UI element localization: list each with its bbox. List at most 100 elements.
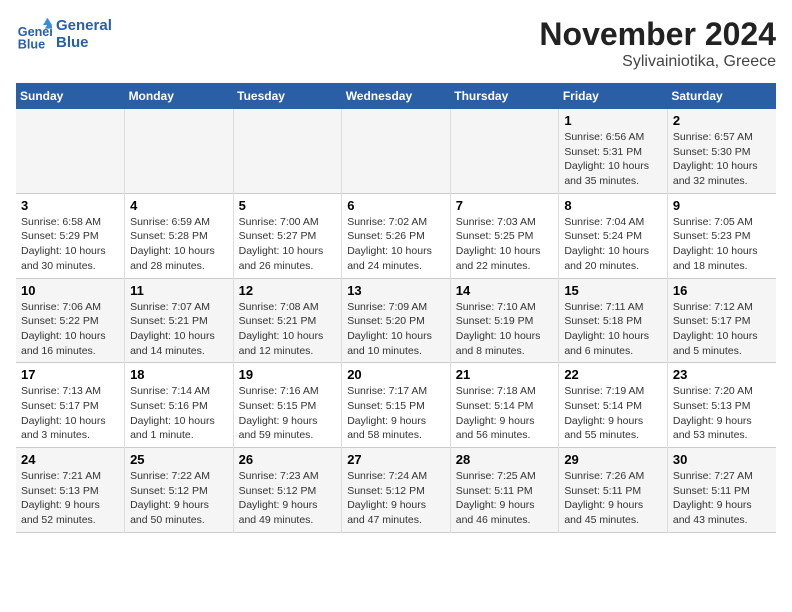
day-number: 12 bbox=[239, 283, 337, 298]
calendar-week-row: 3Sunrise: 6:58 AM Sunset: 5:29 PM Daylig… bbox=[16, 193, 776, 278]
title-area: November 2024 Sylivainiotika, Greece bbox=[539, 16, 776, 71]
logo-line1: General bbox=[56, 17, 112, 34]
day-info: Sunrise: 7:18 AM Sunset: 5:14 PM Dayligh… bbox=[456, 384, 554, 443]
location-subtitle: Sylivainiotika, Greece bbox=[539, 53, 776, 71]
calendar-cell: 15Sunrise: 7:11 AM Sunset: 5:18 PM Dayli… bbox=[559, 278, 668, 363]
month-title: November 2024 bbox=[539, 16, 776, 53]
day-info: Sunrise: 7:26 AM Sunset: 5:11 PM Dayligh… bbox=[564, 469, 662, 528]
day-info: Sunrise: 6:59 AM Sunset: 5:28 PM Dayligh… bbox=[130, 215, 228, 274]
calendar-week-row: 17Sunrise: 7:13 AM Sunset: 5:17 PM Dayli… bbox=[16, 363, 776, 448]
day-number: 21 bbox=[456, 367, 554, 382]
column-header-friday: Friday bbox=[559, 83, 668, 109]
day-number: 3 bbox=[21, 198, 119, 213]
calendar-cell: 14 Sunrise: 7:10 AM Sunset: 5:19 PM Dayli… bbox=[450, 278, 559, 363]
day-info: Sunrise: 7:07 AM Sunset: 5:21 PM Dayligh… bbox=[130, 300, 228, 359]
calendar-cell: 2 Sunrise: 6:57 AM Sunset: 5:30 PM Daylig… bbox=[667, 109, 776, 193]
day-number: 7 bbox=[456, 198, 554, 213]
day-info: Sunrise: 7:22 AM Sunset: 5:12 PM Dayligh… bbox=[130, 469, 228, 528]
calendar-cell: 11 Sunrise: 7:07 AM Sunset: 5:21 PM Dayli… bbox=[125, 278, 234, 363]
svg-text:Blue: Blue bbox=[18, 37, 45, 51]
logo: General Blue General Blue bbox=[16, 16, 112, 52]
day-number: 29 bbox=[564, 452, 662, 467]
day-number: 4 bbox=[130, 198, 228, 213]
calendar-table: SundayMondayTuesdayWednesdayThursdayFrid… bbox=[16, 83, 776, 533]
day-number: 23 bbox=[673, 367, 771, 382]
calendar-cell: 29 Sunrise: 7:26 AM Sunset: 5:11 PM Dayli… bbox=[559, 448, 668, 533]
calendar-cell: 17Sunrise: 7:13 AM Sunset: 5:17 PM Dayli… bbox=[16, 363, 125, 448]
day-info: Sunrise: 7:14 AM Sunset: 5:16 PM Dayligh… bbox=[130, 384, 228, 443]
day-number: 6 bbox=[347, 198, 445, 213]
calendar-cell: 10 Sunrise: 7:06 AM Sunset: 5:22 PM Dayli… bbox=[16, 278, 125, 363]
day-number: 9 bbox=[673, 198, 771, 213]
day-info: Sunrise: 7:09 AM Sunset: 5:20 PM Dayligh… bbox=[347, 300, 445, 359]
calendar-cell: 28 Sunrise: 7:25 AM Sunset: 5:11 PM Dayli… bbox=[450, 448, 559, 533]
calendar-week-row: 10 Sunrise: 7:06 AM Sunset: 5:22 PM Dayli… bbox=[16, 278, 776, 363]
calendar-cell: 24 Sunrise: 7:21 AM Sunset: 5:13 PM Dayli… bbox=[16, 448, 125, 533]
day-number: 5 bbox=[239, 198, 337, 213]
day-number: 28 bbox=[456, 452, 554, 467]
logo-icon: General Blue bbox=[16, 16, 52, 52]
calendar-cell bbox=[125, 109, 234, 193]
day-info: Sunrise: 7:10 AM Sunset: 5:19 PM Dayligh… bbox=[456, 300, 554, 359]
column-header-tuesday: Tuesday bbox=[233, 83, 342, 109]
calendar-cell: 13 Sunrise: 7:09 AM Sunset: 5:20 PM Dayli… bbox=[342, 278, 451, 363]
day-info: Sunrise: 7:21 AM Sunset: 5:13 PM Dayligh… bbox=[21, 469, 119, 528]
calendar-cell: 26Sunrise: 7:23 AM Sunset: 5:12 PM Dayli… bbox=[233, 448, 342, 533]
day-number: 10 bbox=[21, 283, 119, 298]
column-header-thursday: Thursday bbox=[450, 83, 559, 109]
day-number: 15 bbox=[564, 283, 662, 298]
day-number: 8 bbox=[564, 198, 662, 213]
day-info: Sunrise: 7:27 AM Sunset: 5:11 PM Dayligh… bbox=[673, 469, 771, 528]
column-header-wednesday: Wednesday bbox=[342, 83, 451, 109]
day-number: 14 bbox=[456, 283, 554, 298]
calendar-cell: 22 Sunrise: 7:19 AM Sunset: 5:14 PM Dayli… bbox=[559, 363, 668, 448]
day-info: Sunrise: 7:25 AM Sunset: 5:11 PM Dayligh… bbox=[456, 469, 554, 528]
day-number: 20 bbox=[347, 367, 445, 382]
day-info: Sunrise: 7:08 AM Sunset: 5:21 PM Dayligh… bbox=[239, 300, 337, 359]
calendar-cell: 9 Sunrise: 7:05 AM Sunset: 5:23 PM Daylig… bbox=[667, 193, 776, 278]
column-header-sunday: Sunday bbox=[16, 83, 125, 109]
day-number: 22 bbox=[564, 367, 662, 382]
day-info: Sunrise: 7:19 AM Sunset: 5:14 PM Dayligh… bbox=[564, 384, 662, 443]
day-number: 24 bbox=[21, 452, 119, 467]
day-number: 1 bbox=[564, 113, 662, 128]
calendar-cell: 18Sunrise: 7:14 AM Sunset: 5:16 PM Dayli… bbox=[125, 363, 234, 448]
day-number: 30 bbox=[673, 452, 771, 467]
calendar-cell: 21 Sunrise: 7:18 AM Sunset: 5:14 PM Dayli… bbox=[450, 363, 559, 448]
day-info: Sunrise: 7:23 AM Sunset: 5:12 PM Dayligh… bbox=[239, 469, 337, 528]
calendar-cell: 23Sunrise: 7:20 AM Sunset: 5:13 PM Dayli… bbox=[667, 363, 776, 448]
day-info: Sunrise: 7:04 AM Sunset: 5:24 PM Dayligh… bbox=[564, 215, 662, 274]
logo-line2: Blue bbox=[56, 34, 112, 51]
day-info: Sunrise: 6:57 AM Sunset: 5:30 PM Dayligh… bbox=[673, 130, 771, 189]
calendar-cell bbox=[16, 109, 125, 193]
day-info: Sunrise: 7:24 AM Sunset: 5:12 PM Dayligh… bbox=[347, 469, 445, 528]
column-header-saturday: Saturday bbox=[667, 83, 776, 109]
day-number: 27 bbox=[347, 452, 445, 467]
calendar-week-row: 1 Sunrise: 6:56 AM Sunset: 5:31 PM Daylig… bbox=[16, 109, 776, 193]
calendar-cell bbox=[450, 109, 559, 193]
calendar-week-row: 24 Sunrise: 7:21 AM Sunset: 5:13 PM Dayli… bbox=[16, 448, 776, 533]
calendar-cell bbox=[342, 109, 451, 193]
calendar-header-row: SundayMondayTuesdayWednesdayThursdayFrid… bbox=[16, 83, 776, 109]
day-number: 19 bbox=[239, 367, 337, 382]
calendar-cell: 1 Sunrise: 6:56 AM Sunset: 5:31 PM Daylig… bbox=[559, 109, 668, 193]
day-info: Sunrise: 6:56 AM Sunset: 5:31 PM Dayligh… bbox=[564, 130, 662, 189]
calendar-cell: 16Sunrise: 7:12 AM Sunset: 5:17 PM Dayli… bbox=[667, 278, 776, 363]
day-number: 16 bbox=[673, 283, 771, 298]
calendar-cell: 19Sunrise: 7:16 AM Sunset: 5:15 PM Dayli… bbox=[233, 363, 342, 448]
day-info: Sunrise: 7:05 AM Sunset: 5:23 PM Dayligh… bbox=[673, 215, 771, 274]
day-number: 2 bbox=[673, 113, 771, 128]
column-header-monday: Monday bbox=[125, 83, 234, 109]
calendar-cell: 27 Sunrise: 7:24 AM Sunset: 5:12 PM Dayli… bbox=[342, 448, 451, 533]
calendar-cell: 4 Sunrise: 6:59 AM Sunset: 5:28 PM Daylig… bbox=[125, 193, 234, 278]
calendar-cell bbox=[233, 109, 342, 193]
day-number: 13 bbox=[347, 283, 445, 298]
calendar-cell: 30 Sunrise: 7:27 AM Sunset: 5:11 PM Dayli… bbox=[667, 448, 776, 533]
day-info: Sunrise: 7:17 AM Sunset: 5:15 PM Dayligh… bbox=[347, 384, 445, 443]
day-number: 11 bbox=[130, 283, 228, 298]
calendar-cell: 5Sunrise: 7:00 AM Sunset: 5:27 PM Daylig… bbox=[233, 193, 342, 278]
calendar-cell: 12 Sunrise: 7:08 AM Sunset: 5:21 PM Dayli… bbox=[233, 278, 342, 363]
day-info: Sunrise: 7:06 AM Sunset: 5:22 PM Dayligh… bbox=[21, 300, 119, 359]
day-info: Sunrise: 7:03 AM Sunset: 5:25 PM Dayligh… bbox=[456, 215, 554, 274]
calendar-cell: 3Sunrise: 6:58 AM Sunset: 5:29 PM Daylig… bbox=[16, 193, 125, 278]
